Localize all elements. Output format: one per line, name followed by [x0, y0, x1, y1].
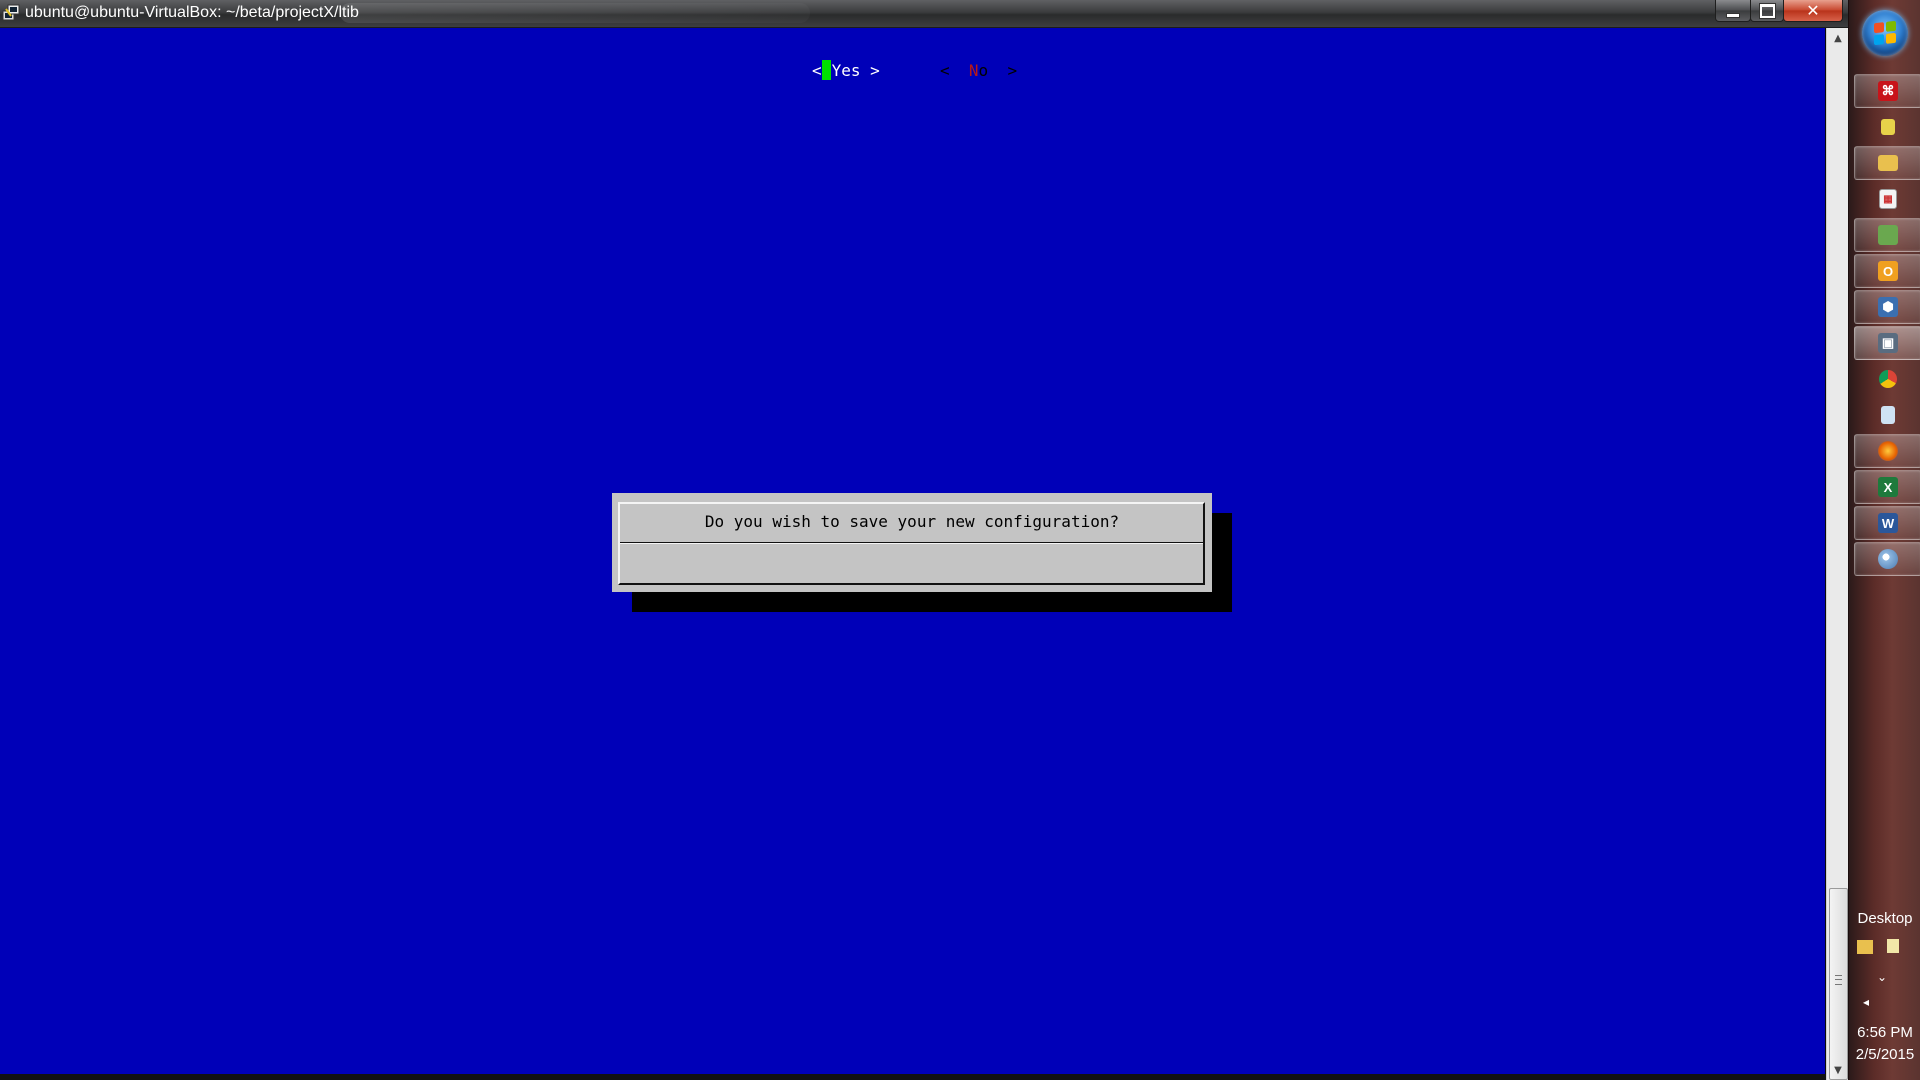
clock-date: 2/5/2015: [1855, 1046, 1915, 1063]
taskbar-paint[interactable]: [1854, 542, 1920, 576]
chrome-icon: [1879, 370, 1897, 388]
outlook-icon: O: [1878, 261, 1898, 281]
yes-bracket-left: <: [812, 61, 822, 80]
notepad-icon: [1881, 406, 1895, 424]
taskbar-calculator[interactable]: ▦: [1854, 182, 1920, 216]
taskbar-sticky-notes[interactable]: [1854, 110, 1920, 144]
no-hotkey: N: [968, 61, 979, 80]
tray-folder-icon[interactable]: [1857, 940, 1873, 954]
word-icon: W: [1878, 513, 1898, 533]
taskbar-adobe-reader[interactable]: ⌘: [1854, 74, 1920, 108]
no-bracket-left: <: [940, 61, 969, 80]
sticky-notes-icon: [1881, 119, 1895, 135]
desktop-toolbar-label[interactable]: Desktop: [1849, 910, 1920, 927]
tray-expand-arrow-icon[interactable]: ◂: [1863, 995, 1869, 1009]
taskbar-notepad[interactable]: [1854, 398, 1920, 432]
start-button[interactable]: [1862, 10, 1908, 56]
scrollbar-grip-icon: [1835, 975, 1842, 985]
windows-logo-icon: [1874, 20, 1896, 46]
terminal-cursor: [821, 60, 831, 80]
show-hidden-icons-icon[interactable]: ⌄: [1877, 970, 1887, 984]
minimize-button[interactable]: [1715, 0, 1751, 22]
taskbar-image-viewer[interactable]: [1854, 218, 1920, 252]
yes-button[interactable]: < Yes >: [811, 60, 881, 82]
no-label-rest: o >: [978, 61, 1018, 80]
title-glow: [340, 3, 810, 23]
no-button[interactable]: < No >: [940, 60, 1017, 82]
dialog-question: Do you wish to save your new configurati…: [704, 512, 1120, 531]
scrollbar-thumb[interactable]: [1829, 888, 1848, 1080]
paint-icon: [1878, 549, 1898, 569]
taskbar-excel[interactable]: X: [1854, 470, 1920, 504]
calculator-icon: ▦: [1879, 189, 1897, 209]
scroll-up-icon[interactable]: ▲: [1827, 28, 1849, 48]
yes-label: Yes: [831, 61, 861, 80]
adobe-reader-icon: ⌘: [1878, 81, 1898, 101]
terminal-scrollbar[interactable]: ▲ ▼: [1826, 28, 1849, 1080]
taskbar-virtualbox[interactable]: ⬢: [1854, 290, 1920, 324]
taskbar-firefox[interactable]: [1854, 434, 1920, 468]
tray-document-icon[interactable]: [1887, 939, 1899, 953]
window-titlebar[interactable]: ubuntu@ubuntu-VirtualBox: ~/beta/project…: [0, 0, 1848, 28]
yes-bracket-right: >: [860, 61, 880, 80]
windows-taskbar: ⌘ ▦ O ⬢ ▣ X W Desktop ⌄ ◂ 6:56 PM 2/5/20…: [1848, 0, 1920, 1080]
clock-time: 6:56 PM: [1857, 1024, 1913, 1041]
window-bottom-border: [0, 1074, 1826, 1080]
close-icon: ✕: [1806, 1, 1820, 20]
excel-icon: X: [1878, 477, 1898, 497]
taskbar-putty[interactable]: ▣: [1854, 326, 1920, 360]
system-clock[interactable]: 6:56 PM 2/5/2015: [1849, 1022, 1920, 1066]
firefox-icon: [1878, 441, 1898, 461]
taskbar-outlook[interactable]: O: [1854, 254, 1920, 288]
taskbar-word[interactable]: W: [1854, 506, 1920, 540]
taskbar-windows-explorer[interactable]: [1854, 146, 1920, 180]
putty-app-icon[interactable]: [2, 4, 20, 22]
virtualbox-icon: ⬢: [1878, 297, 1898, 317]
close-button[interactable]: ✕: [1783, 0, 1843, 22]
maximize-icon: [1759, 3, 1775, 18]
maximize-button[interactable]: [1750, 0, 1784, 22]
dialog-separator: [620, 542, 1203, 544]
putty-icon: ▣: [1878, 333, 1898, 353]
windows-explorer-icon: [1878, 155, 1898, 171]
save-config-dialog: Do you wish to save your new configurati…: [612, 493, 1212, 592]
window-title: ubuntu@ubuntu-VirtualBox: ~/beta/project…: [25, 4, 359, 21]
scroll-down-icon[interactable]: ▼: [1827, 1060, 1849, 1080]
minimize-icon: [1726, 13, 1740, 18]
image-viewer-icon: [1878, 225, 1898, 245]
taskbar-chrome[interactable]: [1854, 362, 1920, 396]
